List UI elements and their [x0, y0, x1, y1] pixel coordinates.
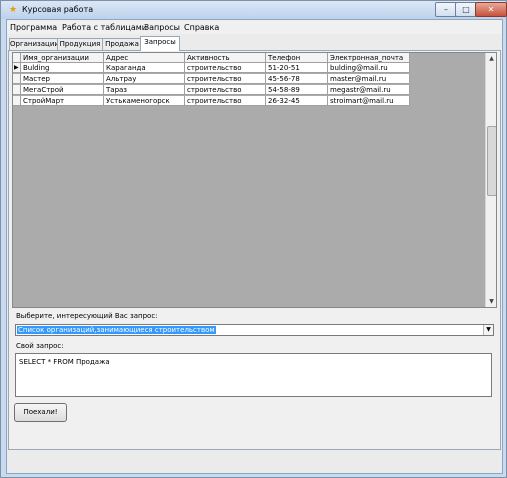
app-window: ★ Курсовая работа – □ ✕ Программа Работа… [0, 0, 507, 478]
close-button[interactable]: ✕ [475, 2, 507, 17]
menu-program[interactable]: Программа [10, 23, 57, 32]
row-header-cell [13, 96, 21, 106]
table-row[interactable]: МегаСтрой Тараз строительство 54-58-89 m… [13, 85, 410, 96]
menu-help[interactable]: Справка [184, 23, 219, 32]
tab-organizations[interactable]: Организации [9, 38, 59, 50]
column-header[interactable]: Активность [185, 53, 266, 63]
column-header[interactable]: Имя_организации [21, 53, 104, 63]
cell-name[interactable]: Bulding [21, 63, 104, 73]
table-row[interactable]: СтройМарт Устькаменогорск строительство … [13, 96, 410, 107]
row-header-cell [13, 85, 21, 95]
column-header[interactable]: Телефон [266, 53, 328, 63]
status-area [7, 450, 502, 473]
tab-products[interactable]: Продукция [57, 38, 103, 50]
client-area: Программа Работа с таблицами Запросы Спр… [6, 19, 503, 474]
menu-bar: Программа Работа с таблицами Запросы Спр… [7, 20, 502, 34]
query-select-label: Выберите, интересующий Вас запрос: [16, 312, 158, 320]
cell-email[interactable]: bulding@mail.ru [328, 63, 410, 73]
scrollbar-thumb[interactable] [487, 126, 496, 196]
tab-strip: Организации Продукция Продажа Запросы [7, 36, 502, 51]
title-bar[interactable]: ★ Курсовая работа – □ ✕ [1, 1, 507, 19]
table-row[interactable]: Мастер Альтрау строительство 45-56-78 ma… [13, 74, 410, 85]
cell-activity[interactable]: строительство [185, 74, 266, 84]
cell-activity[interactable]: строительство [185, 63, 266, 73]
query-select-value: Список организаций,занимающиеся строител… [17, 326, 216, 334]
current-row-marker-icon: ▶ [13, 63, 21, 73]
run-query-button[interactable]: Поехали! [14, 403, 67, 422]
row-header-cell [13, 74, 21, 84]
table-row[interactable]: ▶ Bulding Караганда строительство 51-20-… [13, 63, 410, 74]
cell-email[interactable]: megastr@mail.ru [328, 85, 410, 95]
cell-phone[interactable]: 51-20-51 [266, 63, 328, 73]
cell-name[interactable]: Мастер [21, 74, 104, 84]
dropdown-arrow-icon[interactable]: ▼ [483, 325, 493, 335]
cell-email[interactable]: master@mail.ru [328, 74, 410, 84]
custom-query-textarea[interactable]: SELECT * FROM Продажа [15, 353, 492, 397]
cell-activity[interactable]: строительство [185, 96, 266, 106]
cell-address[interactable]: Караганда [104, 63, 185, 73]
window-title: Курсовая работа [22, 5, 94, 14]
column-header[interactable]: Адрес [104, 53, 185, 63]
results-grid[interactable]: Имя_организации Адрес Активность Телефон… [12, 52, 497, 308]
menu-queries[interactable]: Запросы [144, 23, 180, 32]
corner-header-cell [13, 53, 21, 63]
menu-tables[interactable]: Работа с таблицами [62, 23, 147, 32]
cell-name[interactable]: МегаСтрой [21, 85, 104, 95]
maximize-button[interactable]: □ [455, 2, 477, 17]
cell-address[interactable]: Устькаменогорск [104, 96, 185, 106]
query-select-dropdown[interactable]: Список организаций,занимающиеся строител… [15, 324, 494, 336]
column-header[interactable]: Электронная_почта [328, 53, 410, 63]
queries-tab-page: Имя_организации Адрес Активность Телефон… [8, 50, 501, 450]
minimize-button[interactable]: – [435, 2, 457, 17]
cell-phone[interactable]: 26-32-45 [266, 96, 328, 106]
custom-query-label: Свой запрос: [16, 342, 64, 350]
cell-name[interactable]: СтройМарт [21, 96, 104, 106]
cell-address[interactable]: Тараз [104, 85, 185, 95]
tab-queries[interactable]: Запросы [140, 36, 180, 51]
cell-phone[interactable]: 54-58-89 [266, 85, 328, 95]
cell-address[interactable]: Альтрау [104, 74, 185, 84]
scroll-up-arrow-icon[interactable]: ▲ [486, 53, 496, 64]
cell-email[interactable]: stroimart@mail.ru [328, 96, 410, 106]
tab-sales[interactable]: Продажа [102, 38, 142, 50]
cell-activity[interactable]: строительство [185, 85, 266, 95]
grid-vertical-scrollbar[interactable]: ▲ ▼ [485, 53, 496, 307]
cell-phone[interactable]: 45-56-78 [266, 74, 328, 84]
scroll-down-arrow-icon[interactable]: ▼ [486, 296, 496, 307]
app-star-icon: ★ [9, 5, 18, 15]
